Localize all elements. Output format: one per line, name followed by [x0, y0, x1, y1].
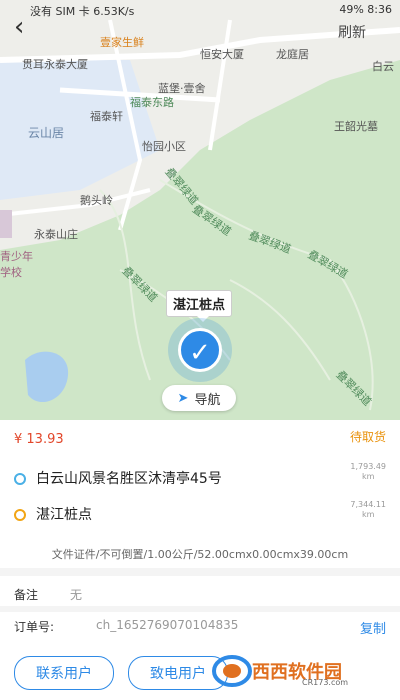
status-bar: 没有 SIM 卡 6.53K/s 49% 8:36: [0, 0, 400, 22]
pickup-address: 白云山风景名胜区沐清亭45号: [14, 468, 222, 488]
order-number-label: 订单号:: [14, 620, 55, 634]
navigation-arrow-icon: ➤: [177, 390, 189, 406]
map-poi: 王韶光墓: [334, 120, 378, 133]
map-poi: 永泰山庄: [34, 228, 78, 241]
dropoff-distance: 7,344.11 km: [350, 500, 386, 520]
map-poi: 白云: [372, 60, 394, 73]
watermark-logo: 西西软件园 CR173.com: [212, 654, 382, 688]
dropoff-dot-icon: [14, 509, 26, 521]
map-poi: 恒安大厦: [200, 48, 244, 61]
order-sheet: ¥ 13.93 待取货 白云山风景名胜区沐清亭45号 1,793.49 km 湛…: [0, 420, 400, 700]
contact-user-button[interactable]: 联系用户: [14, 656, 114, 690]
map-poi: 福泰轩: [90, 110, 123, 123]
price-row: ¥ 13.93 待取货: [14, 428, 386, 450]
map-poi: 龙庭居: [276, 48, 309, 61]
pickup-distance-value: 1,793.49: [350, 462, 386, 471]
remark-value: 无: [70, 588, 83, 602]
dropoff-distance-value: 7,344.11: [350, 500, 386, 509]
map-poi: 怡园小区: [142, 140, 186, 153]
pickup-address-text: 白云山风景名胜区沐清亭45号: [36, 471, 222, 487]
refresh-button[interactable]: 刷新: [338, 22, 366, 42]
pickup-distance-unit: km: [361, 472, 375, 481]
location-pin-icon[interactable]: ✓: [178, 328, 222, 372]
navigate-label: 导航: [194, 392, 221, 408]
map-poi: 贯耳永泰大厦: [22, 58, 88, 71]
destination-callout: 湛江桩点: [166, 290, 233, 322]
dropoff-address-text: 湛江桩点: [36, 507, 92, 523]
remark-label: 备注: [14, 588, 39, 602]
divider: [0, 568, 400, 576]
map-area: 云山居: [28, 126, 65, 140]
order-number-value: ch_1652769070104835: [96, 618, 239, 632]
pickup-distance: 1,793.49 km: [350, 462, 386, 482]
map-poi: 青少年学校: [0, 250, 33, 279]
watermark-sub: CR173.com: [302, 678, 349, 687]
dropoff-address: 湛江桩点: [14, 504, 92, 524]
map-poi: 鹅头岭: [80, 194, 113, 207]
map-poi: 壹家生鲜: [100, 36, 144, 49]
remark-row: 备注 无: [14, 586, 386, 603]
order-status: 待取货: [349, 430, 386, 444]
status-left: 没有 SIM 卡 6.53K/s: [30, 5, 135, 18]
pickup-dot-icon: [14, 473, 26, 485]
copy-button[interactable]: 复制: [360, 618, 386, 637]
back-icon[interactable]: ‹: [14, 14, 24, 40]
order-price: ¥ 13.93: [14, 432, 64, 447]
watermark-icon: [212, 655, 252, 687]
package-spec: 文件证件/不可倒置/1.00公斤/52.00cmx0.00cmx39.00cm: [51, 548, 349, 561]
divider: [0, 606, 400, 612]
map-view[interactable]: 没有 SIM 卡 6.53K/s 49% 8:36 ‹ 壹家生鲜 恒安大厦 龙庭…: [0, 0, 400, 420]
map-road: 福泰东路: [130, 96, 174, 109]
status-right: 49% 8:36: [339, 3, 392, 16]
dropoff-distance-unit: km: [361, 510, 375, 519]
navigate-button[interactable]: ➤ 导航: [162, 385, 236, 411]
order-number-row: 订单号: ch_1652769070104835 复制: [14, 618, 386, 637]
